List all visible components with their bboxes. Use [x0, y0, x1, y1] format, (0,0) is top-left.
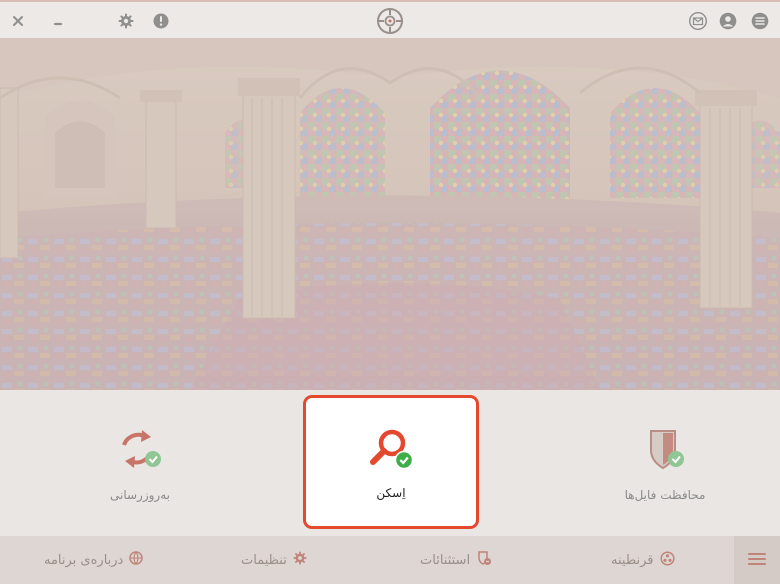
nav-quarantine-label: قرنطینه	[611, 552, 654, 568]
shield-check-icon	[641, 428, 689, 476]
mail-icon[interactable]	[688, 11, 708, 31]
crosshair-logo-icon	[376, 7, 404, 35]
gear-icon[interactable]	[116, 11, 136, 31]
gear-icon	[293, 551, 307, 569]
update-label: به‌روزرسانی	[109, 488, 170, 502]
bottom-navigation: درباره‌ی برنامه تنظیمات استثنائات	[0, 536, 780, 584]
minimize-icon[interactable]	[48, 11, 68, 31]
protect-files-feature[interactable]: محافظت فایل‌ها	[595, 428, 735, 502]
user-icon[interactable]	[718, 11, 738, 31]
globe-icon	[129, 551, 144, 569]
hamburger-menu-icon[interactable]	[750, 11, 770, 31]
nav-settings-label: تنظیمات	[241, 552, 287, 568]
magnifier-check-icon	[367, 426, 415, 476]
close-icon[interactable]	[8, 11, 28, 31]
info-icon[interactable]	[151, 11, 171, 31]
nav-menu-button[interactable]	[734, 536, 780, 584]
nav-exceptions[interactable]: استثنائات	[420, 536, 492, 584]
nav-quarantine[interactable]: قرنطینه	[611, 536, 675, 584]
protect-files-label: محافظت فایل‌ها	[624, 488, 706, 502]
scan-feature[interactable]: اِسکن	[303, 395, 479, 529]
nav-about-label: درباره‌ی برنامه	[44, 552, 124, 568]
scan-label: اِسکن	[376, 486, 406, 500]
feature-panel: به‌روزرسانی اِسکن محافظت فایل‌ها	[0, 390, 780, 536]
nav-settings[interactable]: تنظیمات	[241, 536, 307, 584]
hamburger-menu-icon	[748, 551, 766, 570]
update-feature[interactable]: به‌روزرسانی	[70, 428, 210, 502]
nav-exceptions-label: استثنائات	[420, 552, 471, 568]
exception-shield-icon	[476, 550, 492, 570]
hero-image	[0, 38, 780, 390]
nav-about[interactable]: درباره‌ی برنامه	[44, 536, 144, 584]
refresh-check-icon	[116, 428, 164, 476]
biohazard-icon	[659, 550, 675, 570]
title-bar	[0, 0, 780, 38]
